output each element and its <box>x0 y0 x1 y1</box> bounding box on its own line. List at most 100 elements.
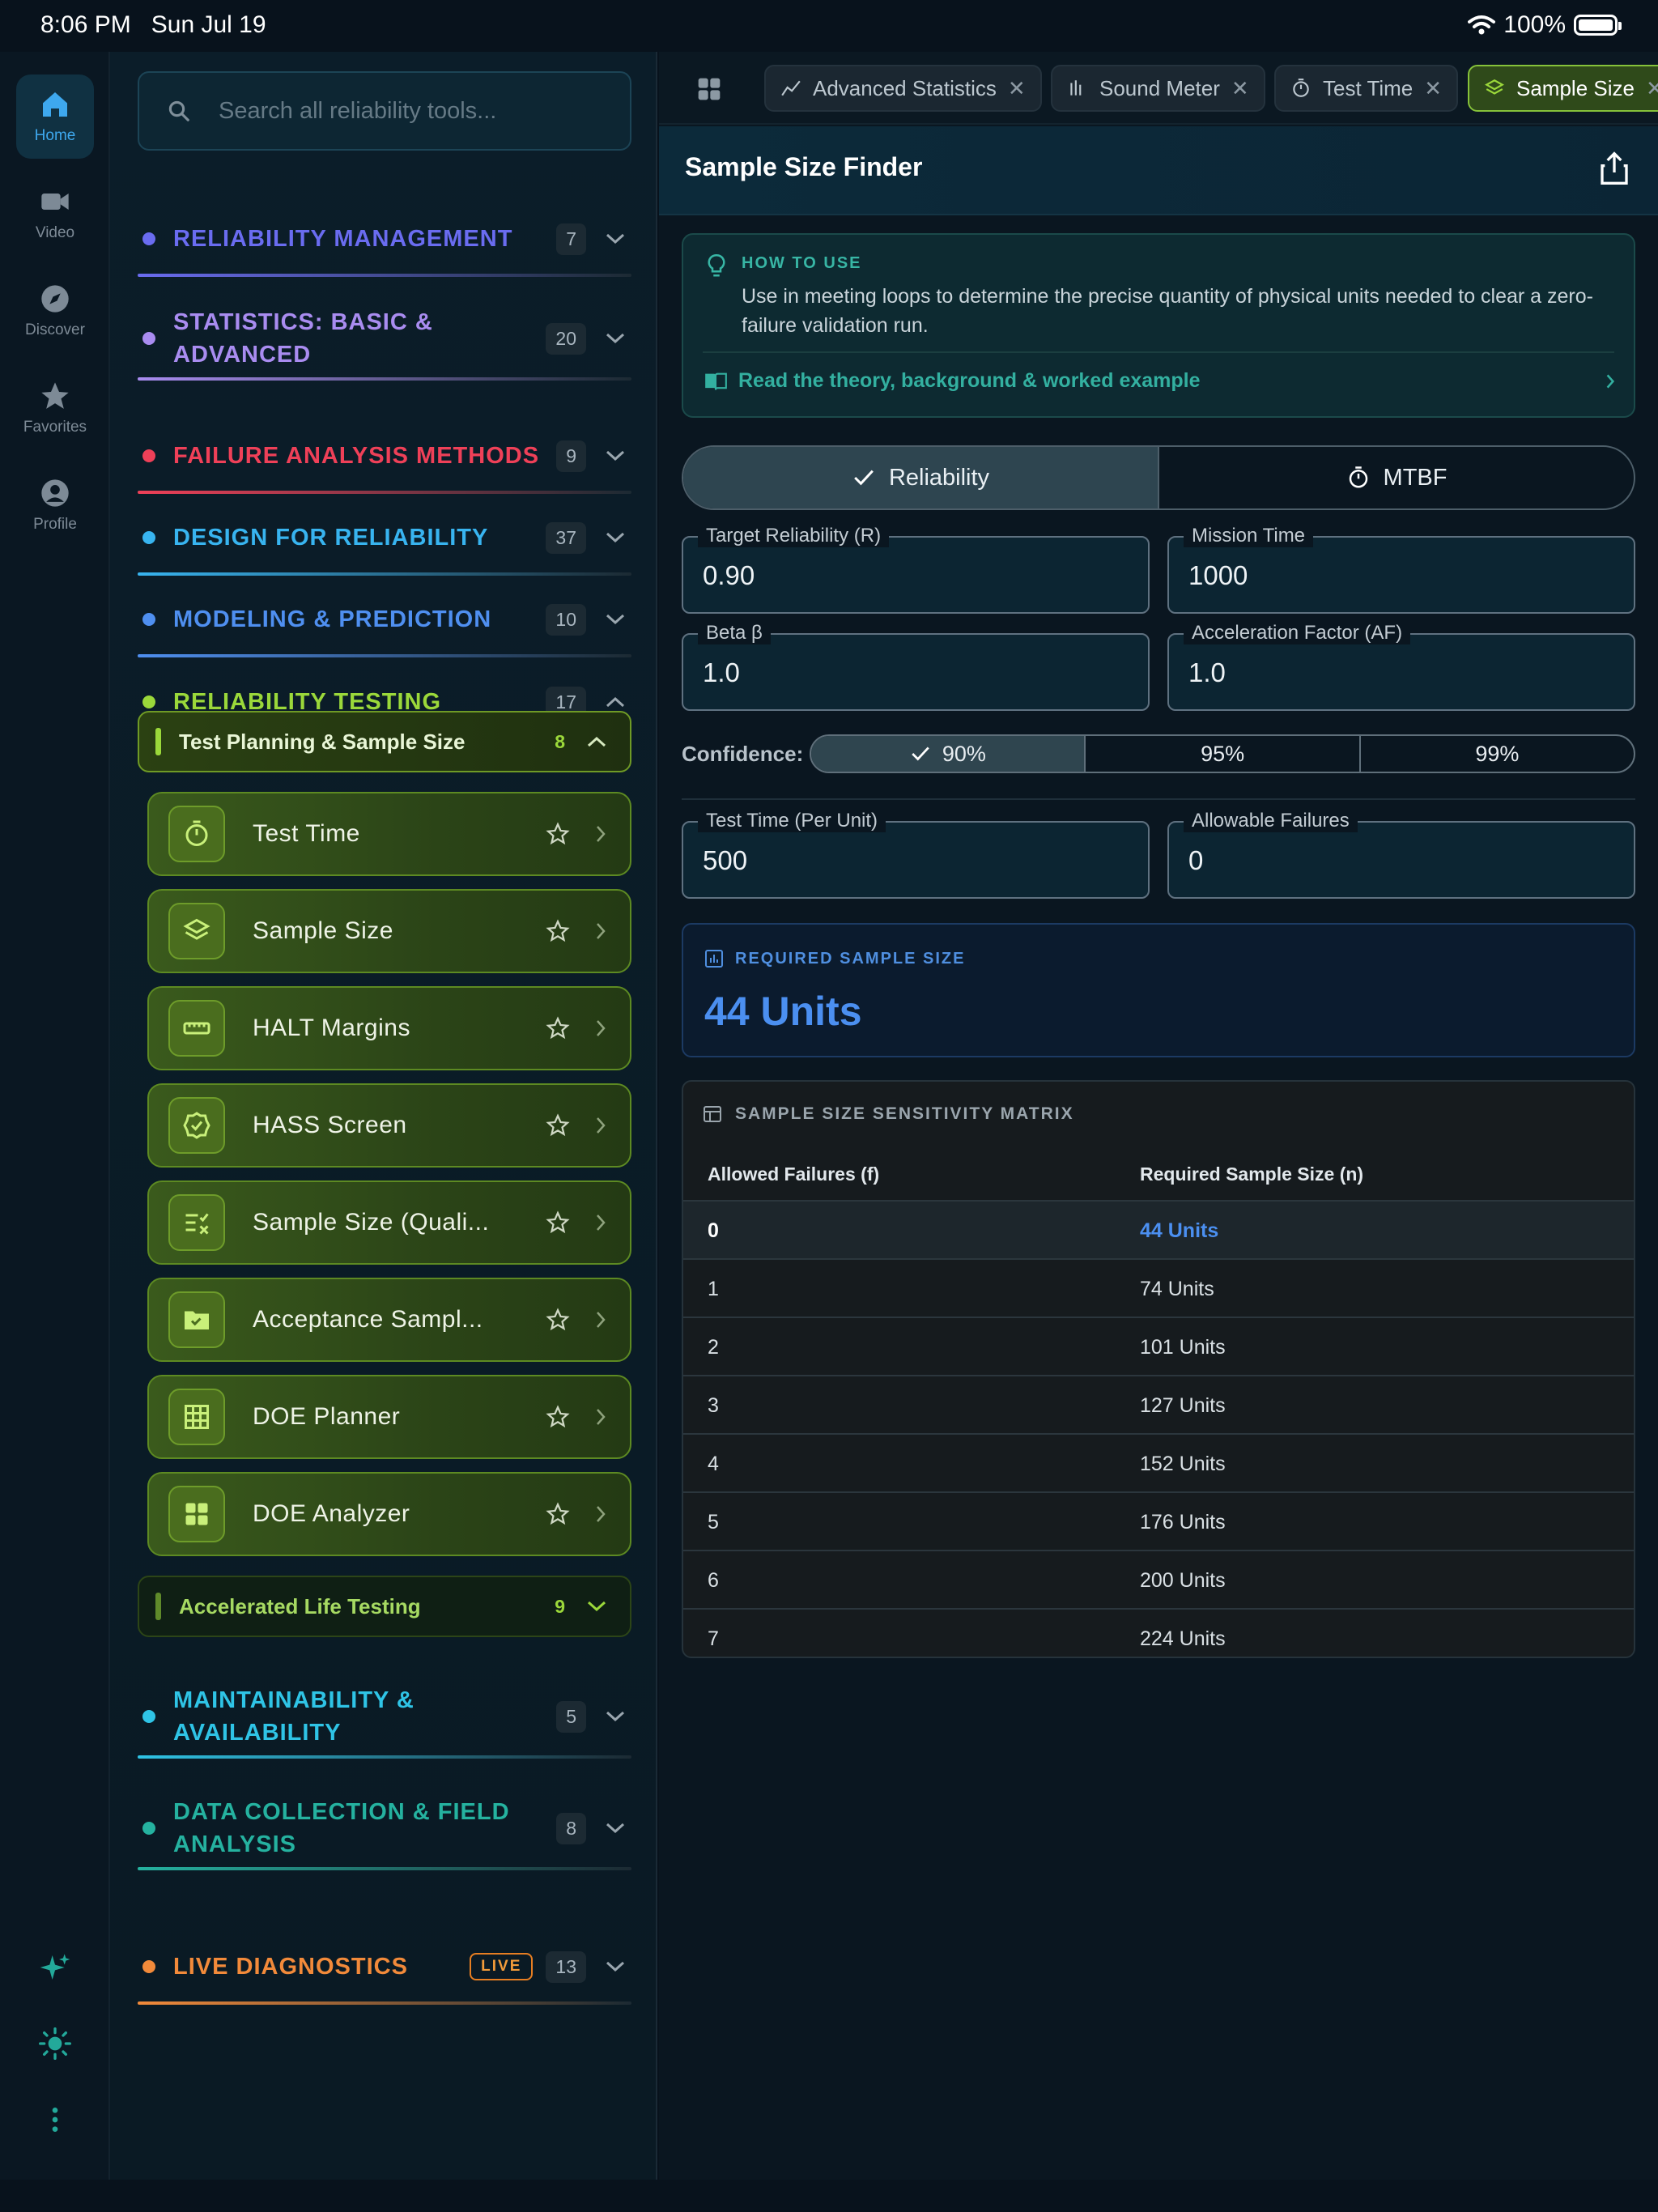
table-row: 3 127 Units <box>683 1375 1634 1433</box>
target-reliability-field[interactable]: Target Reliability (R) 0.90 <box>682 525 1150 614</box>
category-statistics[interactable]: STATISTICS: BASIC & ADVANCED 20 <box>138 306 631 381</box>
theory-link[interactable]: Read the theory, background & worked exa… <box>704 369 1616 393</box>
grid-icon <box>168 1389 225 1445</box>
star-outline-icon[interactable] <box>546 1308 570 1332</box>
confidence-option-90[interactable]: 90% <box>811 736 1085 772</box>
category-label: LIVE DIAGNOSTICS <box>173 1954 408 1980</box>
confidence-selector: Confidence: 90% 95% 99% <box>682 734 1635 774</box>
tab-sound-meter[interactable]: Sound Meter ✕ <box>1051 65 1265 112</box>
confidence-option-95[interactable]: 95% <box>1084 736 1358 772</box>
search-input[interactable] <box>219 97 607 125</box>
theme-button[interactable] <box>0 2027 110 2060</box>
star-outline-icon[interactable] <box>546 1016 570 1040</box>
rail-discover-label: Discover <box>25 321 85 338</box>
category-failure-analysis[interactable]: FAILURE ANALYSIS METHODS 9 <box>138 428 631 494</box>
close-icon[interactable]: ✕ <box>1008 76 1026 101</box>
close-icon[interactable]: ✕ <box>1231 76 1249 101</box>
category-underline <box>138 572 631 576</box>
rail-home[interactable]: Home <box>16 74 94 159</box>
mission-time-field[interactable]: Mission Time 1000 <box>1167 525 1635 614</box>
tab-sample-size[interactable]: Sample Size ✕ <box>1468 65 1658 112</box>
cell-failures: 0 <box>708 1219 719 1242</box>
mode-mtbf-button[interactable]: MTBF <box>1158 447 1634 508</box>
allowable-failures-field[interactable]: Allowable Failures 0 <box>1167 810 1635 899</box>
tab-test-time[interactable]: Test Time ✕ <box>1274 65 1459 112</box>
category-count: 7 <box>556 223 586 255</box>
acceleration-factor-field[interactable]: Acceleration Factor (AF) 1.0 <box>1167 622 1635 711</box>
star-outline-icon[interactable] <box>546 822 570 846</box>
chevron-right-icon <box>597 1312 606 1328</box>
category-reliability-management[interactable]: RELIABILITY MANAGEMENT 7 <box>138 211 631 277</box>
field-value[interactable]: 500 <box>703 845 747 876</box>
star-outline-icon[interactable] <box>546 1405 570 1429</box>
tool-label: Sample Size (Quali... <box>253 1209 490 1236</box>
star-outline-icon[interactable] <box>546 919 570 943</box>
field-value[interactable]: 1.0 <box>703 657 740 688</box>
tool-sample-size[interactable]: Sample Size <box>147 889 631 973</box>
status-right: 100% <box>1468 11 1622 39</box>
star-outline-icon[interactable] <box>546 1502 570 1526</box>
field-value[interactable]: 0.90 <box>703 560 755 591</box>
rail-discover[interactable]: Discover <box>16 269 94 353</box>
rail-favorites[interactable]: Favorites <box>16 366 94 450</box>
category-label: DATA COLLECTION & FIELD ANALYSIS <box>173 1799 510 1857</box>
result-heading: REQUIRED SAMPLE SIZE <box>704 949 965 968</box>
rail-profile[interactable]: Profile <box>16 463 94 547</box>
tool-label: HALT Margins <box>253 1015 410 1041</box>
rail-video-label: Video <box>35 224 75 241</box>
tool-label: DOE Analyzer <box>253 1500 410 1527</box>
subgroup-test-planning[interactable]: Test Planning & Sample Size 8 <box>138 711 631 772</box>
cell-sample-size: 127 Units <box>1140 1394 1226 1417</box>
field-value[interactable]: 0 <box>1188 845 1203 876</box>
star-outline-icon[interactable] <box>546 1113 570 1138</box>
category-design-for-reliability[interactable]: DESIGN FOR RELIABILITY 37 <box>138 509 631 576</box>
test-time-field[interactable]: Test Time (Per Unit) 500 <box>682 810 1150 899</box>
star-outline-icon[interactable] <box>546 1210 570 1235</box>
category-dot <box>142 1822 155 1835</box>
home-icon <box>43 92 67 117</box>
video-icon <box>41 194 69 210</box>
chevron-right-icon <box>597 1409 606 1425</box>
cell-sample-size: 200 Units <box>1140 1569 1226 1592</box>
category-underline <box>138 491 631 494</box>
tool-doe-planner[interactable]: DOE Planner <box>147 1375 631 1459</box>
tab-advanced-statistics[interactable]: Advanced Statistics ✕ <box>764 65 1042 112</box>
rail-video[interactable]: Video <box>16 172 94 256</box>
confidence-option-label: 95% <box>1201 741 1245 766</box>
category-modeling[interactable]: MODELING & PREDICTION 10 <box>138 591 631 657</box>
cell-failures: 1 <box>708 1278 719 1300</box>
close-icon[interactable]: ✕ <box>1424 76 1442 101</box>
close-icon[interactable]: ✕ <box>1646 76 1658 101</box>
field-value[interactable]: 1.0 <box>1188 657 1226 688</box>
tool-doe-analyzer[interactable]: DOE Analyzer <box>147 1472 631 1556</box>
more-button[interactable] <box>0 2104 110 2136</box>
category-underline <box>138 2001 631 2005</box>
tool-hass-screen[interactable]: HASS Screen <box>147 1083 631 1168</box>
tool-sample-size-quali[interactable]: Sample Size (Quali... <box>147 1180 631 1265</box>
field-value[interactable]: 1000 <box>1188 560 1248 591</box>
beta-field[interactable]: Beta β 1.0 <box>682 622 1150 711</box>
confidence-option-99[interactable]: 99% <box>1358 736 1634 772</box>
category-dot <box>142 1710 155 1723</box>
tool-acceptance-sampling[interactable]: Acceptance Sampl... <box>147 1278 631 1362</box>
apps-grid-icon[interactable] <box>696 76 722 102</box>
chevron-down-icon <box>606 1961 625 1972</box>
tool-halt-margins[interactable]: HALT Margins <box>147 986 631 1070</box>
category-maintainability[interactable]: MAINTAINABILITY & AVAILABILITY 5 <box>138 1684 631 1759</box>
chevron-right-icon <box>597 1020 606 1036</box>
category-data-collection[interactable]: DATA COLLECTION & FIELD ANALYSIS 8 <box>138 1796 631 1870</box>
lightbulb-icon <box>708 254 725 277</box>
bar-chart-icon <box>705 950 723 968</box>
category-count: 5 <box>556 1700 586 1733</box>
table-row: 1 74 Units <box>683 1258 1634 1317</box>
confidence-options: 90% 95% 99% <box>810 734 1635 773</box>
share-icon[interactable] <box>1598 151 1630 186</box>
sparkles-button[interactable] <box>0 1951 110 1984</box>
tool-test-time[interactable]: Test Time <box>147 792 631 876</box>
search-box[interactable] <box>138 71 631 151</box>
subgroup-accelerated-life-testing[interactable]: Accelerated Life Testing 9 <box>138 1576 631 1637</box>
category-live-diagnostics[interactable]: LIVE DIAGNOSTICS LIVE 13 <box>138 1938 631 2005</box>
mode-reliability-button[interactable]: Reliability <box>683 447 1158 508</box>
chevron-down-icon <box>606 532 625 543</box>
category-label: MODELING & PREDICTION <box>173 606 492 632</box>
